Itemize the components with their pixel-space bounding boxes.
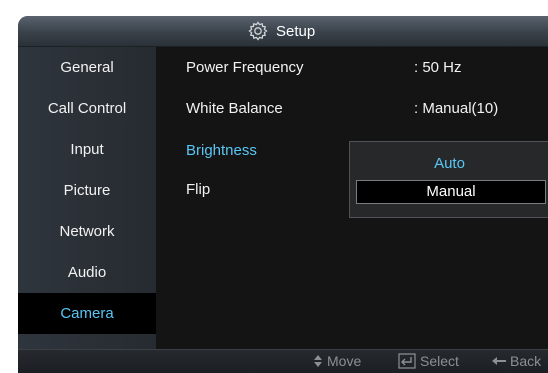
setting-label: Power Frequency: [186, 59, 304, 76]
sidebar-item-call-control[interactable]: Call Control: [18, 88, 156, 129]
title-group: Setup: [248, 20, 315, 42]
setting-value: : Manual(10): [414, 100, 499, 117]
page-title: Setup: [276, 22, 316, 40]
setting-row-flip[interactable]: Flip: [186, 181, 210, 198]
up-down-arrows-icon: [314, 355, 322, 367]
setting-row-brightness[interactable]: Brightness: [186, 142, 257, 159]
back-hint: Back: [492, 353, 541, 369]
sidebar-item-picture[interactable]: Picture: [18, 170, 156, 211]
back-hint-label: Back: [510, 353, 542, 369]
gear-icon: [248, 21, 268, 41]
hint-bar: Move Select Back: [18, 349, 548, 373]
brightness-dropdown[interactable]: Auto Manual: [349, 141, 548, 218]
sidebar: General Call Control Input Picture Netwo…: [18, 47, 156, 349]
left-arrow-icon: [492, 357, 506, 365]
setting-label: Flip: [186, 181, 211, 198]
move-hint: Move: [313, 353, 361, 369]
setting-label: Brightness: [186, 142, 257, 159]
select-hint: Select: [398, 353, 459, 369]
setting-value: : 50 Hz: [414, 59, 462, 76]
sidebar-item-general[interactable]: General: [18, 47, 156, 88]
sidebar-item-input[interactable]: Input: [18, 129, 156, 170]
setup-window: Setup General Call Control Input Picture…: [18, 16, 548, 373]
title-bar: Setup: [18, 16, 548, 47]
dropdown-option-auto[interactable]: Auto: [350, 152, 548, 176]
setting-row-power-frequency[interactable]: Power Frequency : 50 Hz: [186, 59, 462, 76]
setting-label: White Balance: [186, 100, 283, 117]
select-hint-label: Select: [420, 353, 459, 369]
enter-key-icon: [398, 353, 416, 369]
sidebar-item-network[interactable]: Network: [18, 211, 156, 252]
sidebar-item-camera[interactable]: Camera: [18, 293, 156, 334]
setting-row-white-balance[interactable]: White Balance : Manual(10): [186, 100, 498, 117]
sidebar-item-audio[interactable]: Audio: [18, 252, 156, 293]
dropdown-option-manual[interactable]: Manual: [356, 180, 546, 204]
move-hint-label: Move: [327, 353, 362, 369]
